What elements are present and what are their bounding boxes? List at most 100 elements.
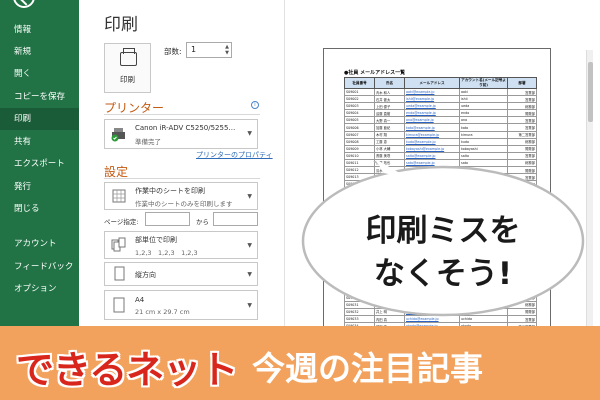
- table-cell: ishii: [459, 95, 508, 104]
- table-cell: kudo@example.jp: [404, 137, 460, 146]
- chevron-down-icon: ▼: [247, 271, 252, 278]
- preview-scrollbar[interactable]: [586, 50, 593, 326]
- sidebar-item-open[interactable]: 開く: [0, 63, 79, 85]
- paper-size-dims: 21 cm x 29.7 cm: [135, 308, 190, 316]
- table-cell: 大野 真一: [374, 116, 405, 125]
- table-row: S09005 大野 真一 ono@example.jp ono 営業部: [344, 116, 537, 125]
- table-cell: kato: [459, 123, 508, 132]
- collate-desc: 1,2,3 1,2,3 1,2,3: [135, 249, 198, 257]
- print-button[interactable]: 印刷: [104, 43, 151, 93]
- table-cell: kobayashi: [459, 144, 508, 153]
- sheet-icon: [112, 189, 126, 203]
- divider: [104, 178, 260, 179]
- chevron-down-icon: ▼: [247, 193, 252, 200]
- sidebar-item-account[interactable]: アカウント: [0, 233, 79, 255]
- table-cell: 第二営業部: [507, 130, 537, 139]
- table-cell: 青木 和人: [374, 87, 405, 97]
- table-cell: 総務部: [507, 137, 537, 146]
- table-cell: 遠藤 直樹: [374, 109, 405, 118]
- sidebar-item-info[interactable]: 情報: [0, 19, 79, 41]
- sidebar-item-publish[interactable]: 発行: [0, 176, 79, 198]
- table-cell: 営業部: [507, 116, 537, 125]
- table-cell: S09004: [344, 109, 375, 118]
- table-header-cell: 氏名: [374, 77, 405, 89]
- table-row: S09003 上田 優子 ueda@example.jp ueda 総務部: [344, 102, 537, 111]
- printer-properties-link[interactable]: プリンターのプロパティ: [196, 150, 273, 160]
- table-cell: 小林 大輔: [374, 144, 405, 153]
- table-cell: S09002: [344, 95, 375, 104]
- spin-down-icon[interactable]: ▼: [225, 51, 229, 56]
- sidebar-item-share[interactable]: 共有: [0, 131, 79, 153]
- table-cell: ono: [459, 116, 508, 125]
- printer-name: Canon iR-ADV C5250/5255…: [135, 124, 236, 132]
- back-arrow-icon[interactable]: [13, 0, 35, 8]
- table-cell: aoki: [459, 87, 508, 97]
- table-row: S09009 小林 大輔 kobayashi@example.jp kobayashi…: [344, 144, 537, 153]
- print-scope-select[interactable]: 作業中のシートを印刷 作業中のシートのみを印刷します ▼: [104, 182, 258, 210]
- orientation-select[interactable]: 縦方向 ▼: [104, 262, 258, 286]
- table-cell: endo@example.jp: [404, 109, 460, 118]
- printer-icon: [120, 48, 137, 66]
- table-cell: kimura@example.jp: [404, 130, 460, 139]
- sidebar-item-new[interactable]: 新規: [0, 41, 79, 63]
- scroll-thumb[interactable]: [588, 62, 593, 122]
- table-cell: kudo: [459, 137, 508, 146]
- table-row: S09002 石井 健太 ishii@example.jp ishii 営業部: [344, 95, 537, 104]
- table-cell: 営業部: [507, 95, 537, 104]
- copies-input[interactable]: 1 ▲ ▼: [186, 42, 232, 58]
- info-icon[interactable]: i: [251, 101, 259, 109]
- table-cell: S09007: [344, 130, 375, 139]
- table-cell: endo: [459, 109, 508, 118]
- paper-size-select[interactable]: A4 21 cm x 29.7 cm ▼: [104, 290, 258, 320]
- sidebar-item-options[interactable]: オプション: [0, 278, 79, 300]
- page-from-input[interactable]: [145, 212, 190, 226]
- table-row: S09006 加藤 亜紀 kato@example.jp kato 営業部: [344, 123, 537, 132]
- table-cell: saito: [459, 151, 508, 160]
- sidebar-item-export[interactable]: エクスポート: [0, 153, 79, 175]
- sheet-title: ●社員 メールアドレス一覧: [344, 70, 406, 76]
- table-cell: ono@example.jp: [404, 116, 460, 125]
- chevron-down-icon: ▼: [247, 130, 252, 137]
- table-cell: S09006: [344, 123, 375, 132]
- collate-icon: [111, 237, 126, 252]
- table-row: S09004 遠藤 直樹 endo@example.jp endo 開発部: [344, 109, 537, 118]
- table-cell: 開発部: [507, 109, 537, 118]
- paper-size-name: A4: [135, 296, 145, 304]
- page-to-input[interactable]: [213, 212, 258, 226]
- pages-to-label: から: [196, 218, 209, 226]
- sidebar-item-print[interactable]: 印刷: [0, 108, 79, 130]
- table-header-cell: 社員番号: [344, 77, 375, 89]
- table-row: S09001 青木 和人 aoki@example.jp aoki 営業部: [344, 87, 537, 97]
- table-cell: S09010: [344, 151, 375, 160]
- table-cell: S09005: [344, 116, 375, 125]
- collate-select[interactable]: 部単位で印刷 1,2,3 1,2,3 1,2,3 ▼: [104, 231, 258, 259]
- portrait-icon: [114, 266, 125, 281]
- divider: [104, 114, 260, 115]
- table-cell: 工藤 恵: [374, 137, 405, 146]
- page-title: 印刷: [104, 15, 138, 35]
- table-cell: 斎藤 美咲: [374, 151, 405, 160]
- orientation-value: 縦方向: [135, 271, 156, 279]
- callout-line-1: 印刷ミスを: [365, 213, 521, 249]
- brand-logo[interactable]: できるネット: [16, 339, 238, 394]
- table-row: S09010 斎藤 美咲 saito@example.jp saito 営業部: [344, 151, 537, 160]
- printer-select[interactable]: Canon iR-ADV C5250/5255… 準備完了 ▼: [104, 119, 258, 149]
- table-cell: 木村 翔: [374, 130, 405, 139]
- printer-status: 準備完了: [135, 138, 161, 146]
- table-cell: 石井 健太: [374, 95, 405, 104]
- sidebar-item-save-copy[interactable]: コピーを保存: [0, 86, 79, 108]
- copies-label: 部数:: [164, 47, 182, 56]
- table-cell: S09001: [344, 87, 375, 97]
- table-cell: 開発部: [507, 144, 537, 153]
- sidebar-item-close[interactable]: 閉じる: [0, 198, 79, 220]
- table-header-cell: 部署: [507, 77, 537, 89]
- table-cell: 総務部: [507, 102, 537, 111]
- table-cell: saito@example.jp: [404, 151, 460, 160]
- paper-icon: [113, 297, 125, 313]
- panel-divider: [284, 0, 285, 326]
- table-cell: 営業部: [507, 87, 537, 97]
- table-cell: kobayashi@example.jp: [404, 144, 460, 153]
- pages-label: ページ指定:: [104, 218, 139, 226]
- sidebar-item-feedback[interactable]: フィードバック: [0, 256, 79, 278]
- table-cell: ueda: [459, 102, 508, 111]
